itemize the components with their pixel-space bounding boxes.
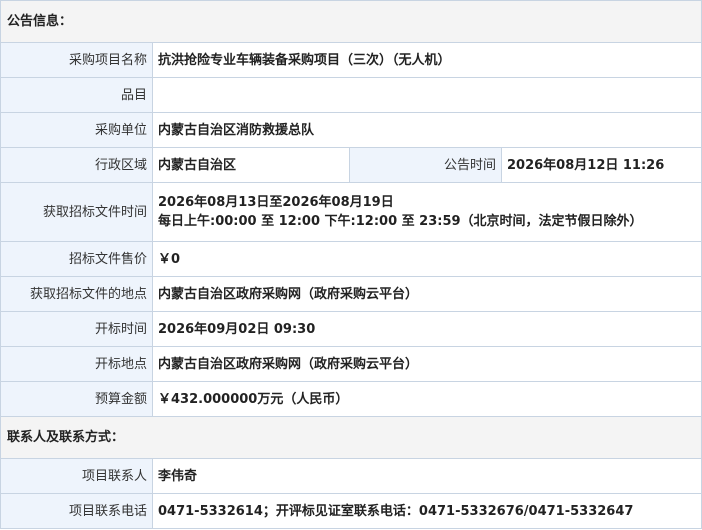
table-row-bid-open-location: 开标地点 内蒙古自治区政府采购网（政府采购云平台） xyxy=(0,346,702,382)
announcement-table: 公告信息： 采购项目名称 抗洪抢险专业车辆装备采购项目（三次）（无人机） 品目 … xyxy=(0,0,702,529)
project-name-label: 采购项目名称 xyxy=(0,42,153,78)
doc-location-label: 获取招标文件的地点 xyxy=(0,276,153,312)
bid-open-location-label: 开标地点 xyxy=(0,346,153,382)
budget-value: ￥432.000000万元（人民币） xyxy=(151,381,702,417)
region-value: 内蒙古自治区 xyxy=(152,147,350,183)
table-row-bid-open-time: 开标时间 2026年09月02日 09:30 xyxy=(0,311,702,347)
table-row-doc-location: 获取招标文件的地点 内蒙古自治区政府采购网（政府采购云平台） xyxy=(0,276,702,312)
bid-open-time-value: 2026年09月02日 09:30 xyxy=(151,311,702,347)
announce-time-label: 公告时间 xyxy=(349,147,502,183)
region-label: 行政区域 xyxy=(0,147,153,183)
contact-phone-value: 0471-5332614；开评标见证室联系电话：0471-5332676/047… xyxy=(151,493,702,529)
table-row-doc-price: 招标文件售价 ￥0 xyxy=(0,241,702,277)
purchaser-value: 内蒙古自治区消防救援总队 xyxy=(151,112,702,148)
doc-period-label: 获取招标文件时间 xyxy=(0,182,153,242)
doc-price-value: ￥0 xyxy=(151,241,702,277)
table-row-purchaser: 采购单位 内蒙古自治区消防救援总队 xyxy=(0,112,702,148)
table-row-doc-period: 获取招标文件时间 2026年08月13日至2026年08月19日 每日上午:00… xyxy=(0,182,702,242)
table-row-contact-person: 项目联系人 李伟奇 xyxy=(0,458,702,494)
doc-price-label: 招标文件售价 xyxy=(0,241,153,277)
table-row-item: 品目 xyxy=(0,77,702,113)
announce-time-value: 2026年08月12日 11:26 xyxy=(500,147,702,183)
budget-label: 预算金额 xyxy=(0,381,153,417)
table-row-project-name: 采购项目名称 抗洪抢险专业车辆装备采购项目（三次）（无人机） xyxy=(0,42,702,78)
contact-phone-label: 项目联系电话 xyxy=(0,493,153,529)
item-value xyxy=(151,77,702,113)
table-row-region-time: 行政区域 内蒙古自治区 公告时间 2026年08月12日 11:26 xyxy=(0,147,702,183)
section-title-contact: 联系人及联系方式： xyxy=(0,416,702,459)
project-name-value: 抗洪抢险专业车辆装备采购项目（三次）（无人机） xyxy=(151,42,702,78)
doc-period-dates: 2026年08月13日至2026年08月19日 xyxy=(158,195,394,210)
table-row-budget: 预算金额 ￥432.000000万元（人民币） xyxy=(0,381,702,417)
section-title-announcement: 公告信息： xyxy=(0,0,702,43)
table-row-contact-phone: 项目联系电话 0471-5332614；开评标见证室联系电话：0471-5332… xyxy=(0,493,702,529)
doc-period-hours: 每日上午:00:00 至 12:00 下午:12:00 至 23:59（北京时间… xyxy=(158,214,643,229)
purchaser-label: 采购单位 xyxy=(0,112,153,148)
doc-location-value: 内蒙古自治区政府采购网（政府采购云平台） xyxy=(151,276,702,312)
contact-person-value: 李伟奇 xyxy=(151,458,702,494)
bid-open-time-label: 开标时间 xyxy=(0,311,153,347)
bid-open-location-value: 内蒙古自治区政府采购网（政府采购云平台） xyxy=(151,346,702,382)
contact-person-label: 项目联系人 xyxy=(0,458,153,494)
item-label: 品目 xyxy=(0,77,153,113)
doc-period-value: 2026年08月13日至2026年08月19日 每日上午:00:00 至 12:… xyxy=(151,182,702,242)
